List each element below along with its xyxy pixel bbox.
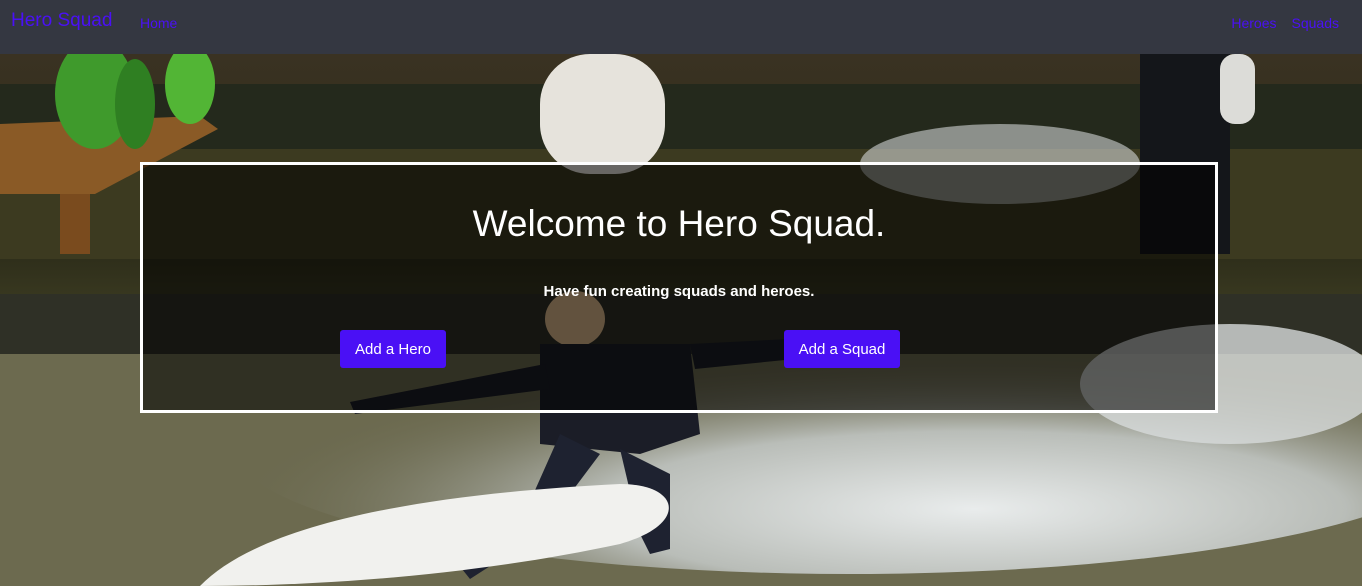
top-navbar: Hero Squad Home Heroes Squads: [0, 0, 1362, 54]
nav-right-links: Heroes Squads: [1231, 15, 1339, 31]
welcome-title: Welcome to Hero Squad.: [472, 203, 886, 244]
brand-link[interactable]: Hero Squad: [11, 10, 112, 32]
welcome-panel: Welcome to Hero Squad. Have fun creating…: [140, 162, 1218, 413]
nav-squads-link[interactable]: Squads: [1292, 15, 1339, 31]
add-squad-button[interactable]: Add a Squad: [784, 330, 900, 368]
welcome-subtitle: Have fun creating squads and heroes.: [543, 283, 815, 300]
nav-home-link[interactable]: Home: [140, 15, 177, 31]
nav-heroes-link[interactable]: Heroes: [1231, 15, 1276, 31]
add-hero-button[interactable]: Add a Hero: [340, 330, 446, 368]
